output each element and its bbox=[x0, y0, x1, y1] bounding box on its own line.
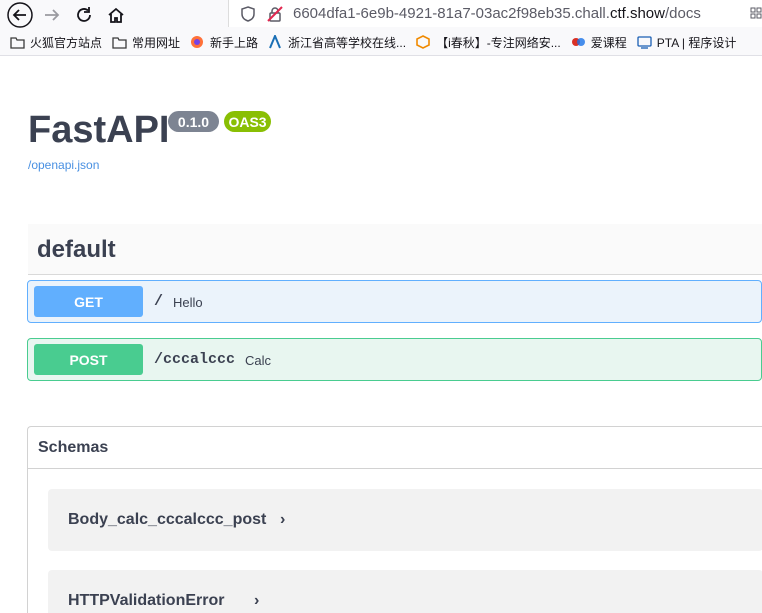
operation-summary: Hello bbox=[173, 295, 203, 310]
version-badge: 0.1.0 bbox=[168, 111, 219, 132]
bookmark-ichunqiu[interactable]: 【i春秋】-专注网络安... bbox=[416, 34, 561, 51]
url-prefix: 6604dfa1-6e9b-4921-81a7-03ac2f98eb35.cha… bbox=[293, 5, 610, 22]
chevron-right-icon: › bbox=[254, 592, 260, 609]
bookmark-icourse[interactable]: 爱课程 bbox=[571, 34, 627, 51]
bookmark-label: 【i春秋】-专注网络安... bbox=[436, 35, 561, 50]
bookmark-label: 浙江省高等学校在线... bbox=[288, 35, 407, 50]
operation-post-cccalccc[interactable]: POST /cccalccc Calc bbox=[27, 338, 762, 381]
method-badge: POST bbox=[34, 344, 143, 375]
method-badge: GET bbox=[34, 286, 143, 317]
bookmark-folder-common[interactable]: 常用网址 bbox=[112, 34, 180, 51]
url-text: 6604dfa1-6e9b-4921-81a7-03ac2f98eb35.cha… bbox=[293, 5, 701, 22]
chevron-right-icon: › bbox=[280, 511, 286, 528]
back-button[interactable] bbox=[4, 0, 36, 29]
bookmark-folder-firefox[interactable]: 火狐官方站点 bbox=[10, 34, 102, 51]
operation-summary: Calc bbox=[245, 353, 272, 368]
ichunqiu-icon bbox=[416, 35, 430, 49]
reload-button[interactable] bbox=[68, 0, 100, 29]
swagger-page: FastAPI 0.1.0 OAS3 /openapi.json default… bbox=[0, 56, 762, 613]
model-http-validation-error[interactable]: HTTPValidationError › bbox=[48, 570, 762, 613]
insecure-lock-icon bbox=[267, 5, 283, 22]
schemas-header[interactable]: Schemas bbox=[28, 427, 762, 469]
grid-icon[interactable] bbox=[750, 7, 762, 21]
oas-badge: OAS3 bbox=[224, 111, 271, 132]
url-path: /docs bbox=[664, 5, 701, 22]
pta-icon bbox=[637, 36, 652, 49]
bookmark-zhejiang[interactable]: 浙江省高等学校在线... bbox=[268, 34, 406, 51]
url-bar[interactable]: 6604dfa1-6e9b-4921-81a7-03ac2f98eb35.cha… bbox=[228, 0, 762, 27]
forward-arrow-icon bbox=[45, 8, 60, 21]
forward-button[interactable] bbox=[36, 0, 68, 29]
operation-path: /cccalccc bbox=[154, 351, 236, 368]
tag-section-header[interactable]: default bbox=[28, 224, 762, 275]
bookmark-label: 爱课程 bbox=[590, 35, 627, 50]
home-button[interactable] bbox=[100, 0, 132, 29]
openapi-json-link[interactable]: /openapi.json bbox=[28, 158, 99, 172]
browser-toolbar: 6604dfa1-6e9b-4921-81a7-03ac2f98eb35.cha… bbox=[0, 0, 762, 29]
reload-icon bbox=[77, 6, 91, 22]
bookmark-pta[interactable]: PTA | 程序设计 bbox=[637, 34, 737, 51]
schemas-section: Schemas Body_calc_cccalccc_post › HTTPVa… bbox=[27, 426, 762, 613]
firefox-icon bbox=[191, 36, 204, 48]
bookmark-label: 常用网址 bbox=[132, 35, 181, 50]
folder-icon bbox=[10, 37, 25, 49]
bookmark-label: 火狐官方站点 bbox=[30, 35, 103, 50]
url-host: ctf.show bbox=[609, 5, 665, 22]
model-body-calc[interactable]: Body_calc_cccalccc_post › bbox=[48, 489, 762, 551]
model-name: HTTPValidationError bbox=[68, 592, 225, 609]
folder-icon bbox=[112, 37, 127, 49]
operation-path: / bbox=[154, 293, 164, 310]
icourse-icon bbox=[571, 38, 585, 46]
operation-get-root[interactable]: GET / Hello bbox=[27, 280, 762, 323]
back-arrow-icon bbox=[7, 1, 33, 28]
schemas-title: Schemas bbox=[38, 439, 109, 456]
bookmark-label: 新手上路 bbox=[210, 35, 259, 50]
home-icon bbox=[108, 7, 124, 23]
bookmarks-bar: 火狐官方站点 常用网址 新手上路 浙江省高等学校在线... 【i春秋】-专注网络… bbox=[0, 29, 762, 56]
shield-icon bbox=[241, 5, 255, 22]
zhejiang-site-icon bbox=[269, 35, 281, 49]
bookmark-label: PTA | 程序设计 bbox=[656, 35, 737, 50]
model-name: Body_calc_cccalccc_post bbox=[68, 511, 267, 528]
tag-name: default bbox=[37, 236, 116, 263]
api-title: FastAPI bbox=[28, 109, 170, 151]
bookmark-getting-started[interactable]: 新手上路 bbox=[190, 34, 258, 51]
